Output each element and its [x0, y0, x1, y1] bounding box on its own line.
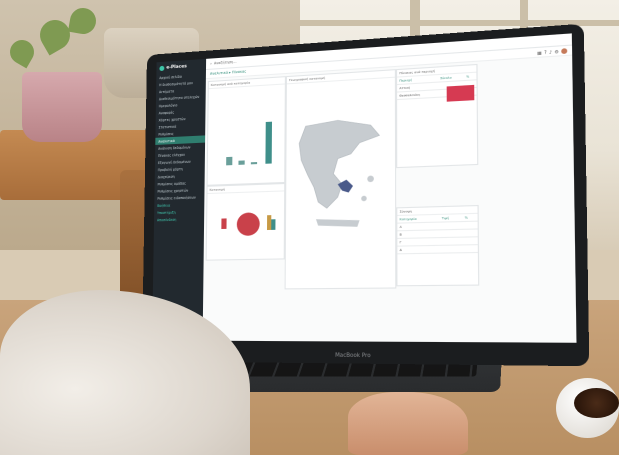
region-table-panel: Πίνακας ανά περιοχή Περιοχή Σύνολο% Αττικ… [395, 63, 479, 169]
heat-cell [446, 84, 475, 102]
panel-title: Κατανομή ανά κατηγορία [208, 77, 285, 90]
sidebar-item[interactable]: Αποσύνδεση [154, 215, 204, 224]
bar-chart-panel: Κατανομή ανά κατηγορία [206, 76, 286, 186]
logo-icon [159, 65, 165, 72]
photo-scene: e-Places Αρχική σελίδα Η διαθεσιμότητά μο… [0, 0, 619, 455]
avatar[interactable] [561, 47, 568, 54]
main-area: ⌕ Αναζήτηση... Αναλυτικά ▸ Πίνακας ▦ ? ♪… [202, 33, 577, 343]
toolbar-icons: ▦ ? ♪ ⚙ [537, 47, 568, 55]
pie-panel: Κατανομή [205, 182, 286, 261]
search-placeholder: Αναζήτηση... [213, 59, 237, 66]
grid-icon[interactable]: ▦ [537, 49, 542, 55]
table-cell [462, 244, 478, 253]
pie-chart [221, 212, 276, 236]
dashboard: Κατανομή ανά κατηγορία Γεωγραφική κατανο… [202, 55, 577, 343]
laptop-screen: e-Places Αρχική σελίδα Η διαθεσιμότητά μο… [141, 23, 590, 367]
map-panel: Γεωγραφική κατανομή [284, 69, 397, 290]
table-row: Δ [397, 244, 478, 254]
bar [226, 156, 233, 166]
table-cell: Δ [397, 245, 440, 254]
summary-table-panel: Σύνοψη Κατηγορία Τιμή% ΑΒΓΔ [396, 204, 480, 287]
help-icon[interactable]: ? [544, 49, 547, 55]
search-icon: ⌕ [210, 61, 213, 66]
bar [238, 160, 245, 165]
settings-icon[interactable]: ⚙ [554, 48, 558, 54]
panel-title: Γεωγραφική κατανομή [286, 70, 395, 85]
summary-table: Κατηγορία Τιμή% ΑΒΓΔ [397, 213, 478, 254]
breadcrumb[interactable]: Αναλυτικά ▸ Πίνακας [210, 69, 246, 75]
bar [250, 162, 258, 165]
app-window: e-Places Αρχική σελίδα Η διαθεσιμότητά μο… [152, 33, 577, 343]
bar [265, 121, 273, 164]
brand-name: e-Places [166, 64, 187, 71]
table-cell [439, 244, 463, 254]
table-cell: Θεσσαλονίκη [397, 89, 439, 100]
plant-pot [22, 72, 102, 142]
search-input[interactable]: ⌕ Αναζήτηση... [210, 60, 236, 66]
coffee [574, 388, 619, 418]
bell-icon[interactable]: ♪ [549, 49, 552, 55]
person-hand [348, 392, 468, 455]
greece-map [294, 114, 386, 228]
